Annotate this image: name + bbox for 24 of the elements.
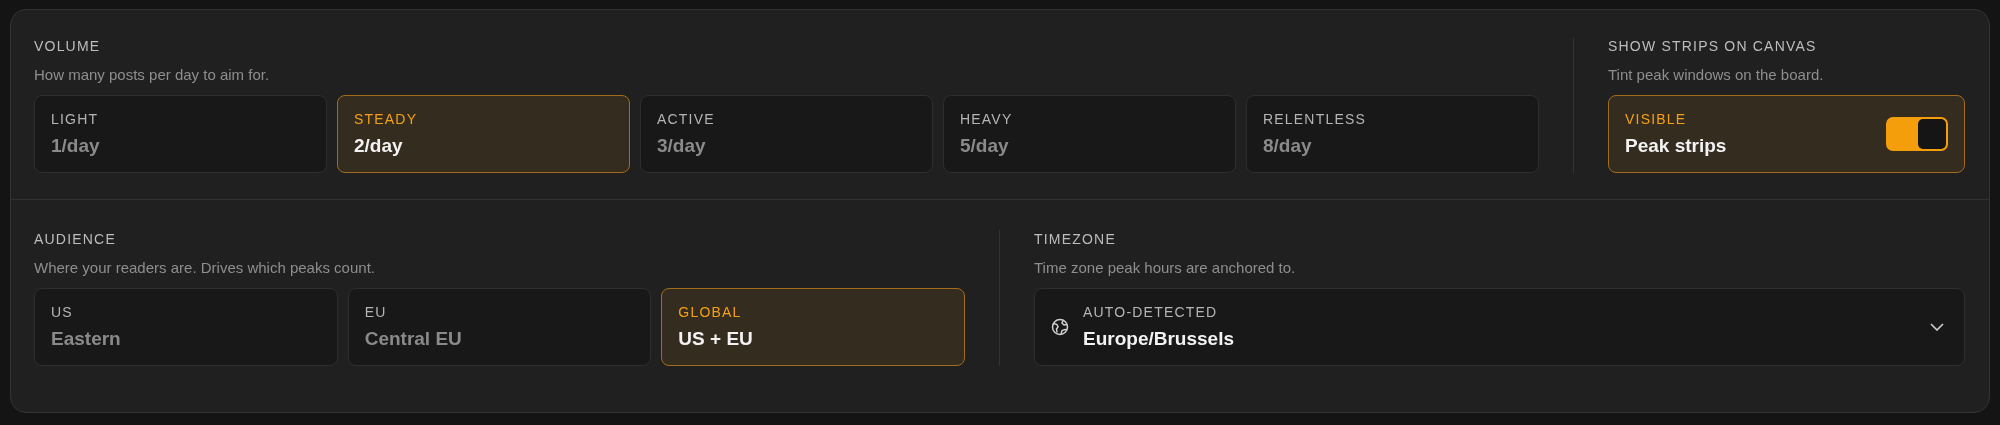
section-title: SHOW STRIPS ON CANVAS xyxy=(1608,37,1818,55)
section-description: Where your readers are. Drives which peaks count. xyxy=(34,259,376,277)
volume-option[interactable]: STEADY 2/day xyxy=(337,95,630,173)
globe-icon xyxy=(1051,318,1069,336)
audience-option[interactable]: US Eastern xyxy=(34,288,338,366)
select-caption: AUTO-DETECTED xyxy=(1083,304,1219,321)
audience-option[interactable]: EU Central EU xyxy=(347,288,652,366)
volume-option[interactable]: ACTIVE 3/day xyxy=(640,95,933,173)
volume-option[interactable]: RELENTLESS 8/day xyxy=(1246,95,1539,173)
select-value: Europe/Brussels xyxy=(1083,328,1235,350)
toggle-label: Peak strips xyxy=(1625,135,1727,157)
audience-option[interactable]: GLOBAL US + EU xyxy=(661,288,965,366)
section-title: VOLUME xyxy=(34,37,102,55)
timezone-select[interactable]: AUTO-DETECTED Europe/Brussels xyxy=(1034,288,1965,366)
toggle-switch[interactable] xyxy=(1886,117,1948,151)
toggle-caption: VISIBLE xyxy=(1625,111,1688,128)
section-description: Time zone peak hours are anchored to. xyxy=(1034,259,1297,277)
volume-option[interactable]: HEAVY 5/day xyxy=(943,95,1236,173)
section-description: Tint peak windows on the board. xyxy=(1608,66,1825,84)
chevron-down-icon xyxy=(1930,323,1944,331)
section-title: TIMEZONE xyxy=(1034,230,1117,248)
section-title: AUDIENCE xyxy=(34,230,117,248)
volume-option[interactable]: LIGHT 1/day xyxy=(34,95,327,173)
section-description: How many posts per day to aim for. xyxy=(34,66,271,84)
